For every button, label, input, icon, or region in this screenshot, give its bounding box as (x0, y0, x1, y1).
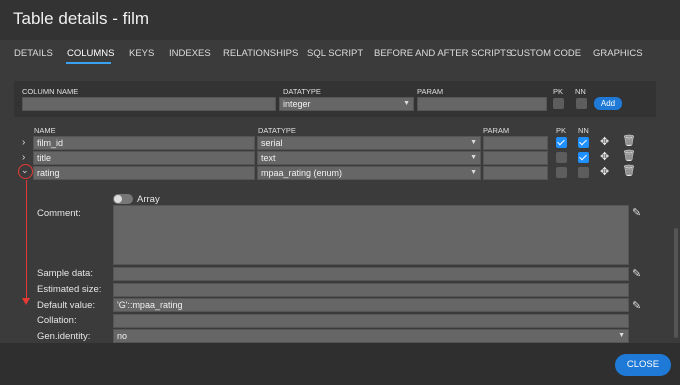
pencil-icon[interactable]: ✎ (632, 206, 641, 219)
dialog-footer (0, 343, 680, 385)
gen-identity-label: Gen.identity: (37, 331, 91, 342)
column-datatype-select[interactable]: text ▼ (257, 151, 481, 165)
new-column-nn-checkbox[interactable] (576, 98, 587, 109)
pencil-icon[interactable]: ✎ (632, 299, 641, 312)
new-column-name-header: COLUMN NAME (22, 87, 79, 96)
estimated-size-label: Estimated size: (37, 284, 102, 295)
title-bar: Table details - film (0, 0, 680, 40)
gen-identity-value: no (117, 331, 128, 341)
column-param-input[interactable] (483, 136, 548, 150)
move-icon[interactable]: ✥ (600, 167, 609, 178)
dropdown-arrow-icon: ▼ (470, 169, 477, 176)
new-column-pk-checkbox[interactable] (553, 98, 564, 109)
move-icon[interactable]: ✥ (600, 152, 609, 163)
new-column-pk-header: PK (553, 87, 564, 96)
column-nn-checkbox[interactable] (578, 167, 589, 178)
chevron-right-icon[interactable]: › (22, 137, 25, 148)
trash-icon[interactable]: 🗑 (622, 151, 636, 162)
annotation-arrow-icon (22, 298, 30, 305)
column-param-input[interactable] (483, 166, 548, 180)
tab-before-after-scripts[interactable]: BEFORE AND AFTER SCRIPTS (374, 48, 512, 59)
tab-columns[interactable]: COLUMNS (67, 48, 115, 59)
column-name-input[interactable]: rating (33, 166, 255, 180)
move-icon[interactable]: ✥ (600, 137, 609, 148)
new-column-datatype-value: integer (283, 99, 311, 109)
default-value-label: Default value: (37, 300, 96, 311)
columns-name-header: NAME (34, 126, 56, 135)
array-label: Array (137, 194, 160, 205)
tab-graphics[interactable]: GRAPHICS (593, 48, 643, 59)
sample-data-label: Sample data: (37, 268, 93, 279)
columns-pk-header: PK (556, 126, 567, 135)
column-datatype-select[interactable]: serial ▼ (257, 136, 481, 150)
add-column-button[interactable]: Add (594, 97, 622, 110)
column-pk-checkbox[interactable] (556, 152, 567, 163)
column-nn-checkbox[interactable] (578, 137, 589, 148)
new-column-datatype-header: DATATYPE (283, 87, 321, 96)
column-nn-checkbox[interactable] (578, 152, 589, 163)
gen-identity-select[interactable]: no ▼ (113, 329, 629, 343)
column-name-input[interactable]: film_id (33, 136, 255, 150)
comment-label: Comment: (37, 208, 81, 219)
chevron-right-icon[interactable]: › (22, 152, 25, 163)
chevron-down-icon[interactable]: ⌄ (21, 165, 29, 176)
new-column-datatype-select[interactable]: integer ▼ (279, 97, 414, 111)
collation-input[interactable] (113, 314, 629, 328)
dropdown-arrow-icon: ▼ (470, 154, 477, 161)
scrollbar-thumb[interactable] (674, 228, 678, 338)
close-button[interactable]: CLOSE (615, 354, 671, 376)
annotation-line (26, 180, 27, 303)
tab-indexes[interactable]: INDEXES (169, 48, 211, 59)
dropdown-arrow-icon: ▼ (470, 139, 477, 146)
column-datatype-value: text (261, 153, 276, 163)
tab-details[interactable]: DETAILS (14, 48, 53, 59)
array-toggle[interactable] (113, 194, 133, 204)
window-title: Table details - film (13, 9, 150, 28)
column-pk-checkbox[interactable] (556, 137, 567, 148)
new-column-name-input[interactable] (22, 97, 276, 111)
tab-sql-script[interactable]: SQL SCRIPT (307, 48, 363, 59)
tab-bar: DETAILS COLUMNS KEYS INDEXES RELATIONSHI… (0, 41, 680, 69)
trash-icon[interactable]: 🗑 (622, 166, 636, 177)
pencil-icon[interactable]: ✎ (632, 267, 641, 280)
tab-keys[interactable]: KEYS (129, 48, 154, 59)
estimated-size-input[interactable] (113, 283, 629, 297)
columns-datatype-header: DATATYPE (258, 126, 296, 135)
new-column-nn-header: NN (575, 87, 586, 96)
new-column-param-input[interactable] (417, 97, 547, 111)
column-name-input[interactable]: title (33, 151, 255, 165)
tab-custom-code[interactable]: CUSTOM CODE (510, 48, 581, 59)
column-param-input[interactable] (483, 151, 548, 165)
collation-label: Collation: (37, 315, 77, 326)
dropdown-arrow-icon: ▼ (618, 332, 625, 339)
new-column-param-header: PARAM (417, 87, 444, 96)
comment-textarea[interactable] (113, 205, 629, 265)
column-datatype-value: serial (261, 138, 283, 148)
tab-relationships[interactable]: RELATIONSHIPS (223, 48, 298, 59)
column-datatype-value: mpaa_rating (enum) (261, 168, 343, 178)
default-value-input[interactable]: 'G'::mpaa_rating (113, 298, 629, 312)
active-tab-indicator (66, 62, 111, 64)
trash-icon[interactable]: 🗑 (622, 136, 636, 147)
columns-nn-header: NN (578, 126, 589, 135)
dropdown-arrow-icon: ▼ (403, 100, 410, 107)
column-pk-checkbox[interactable] (556, 167, 567, 178)
columns-param-header: PARAM (483, 126, 510, 135)
sample-data-input[interactable] (113, 267, 629, 281)
column-datatype-select[interactable]: mpaa_rating (enum) ▼ (257, 166, 481, 180)
